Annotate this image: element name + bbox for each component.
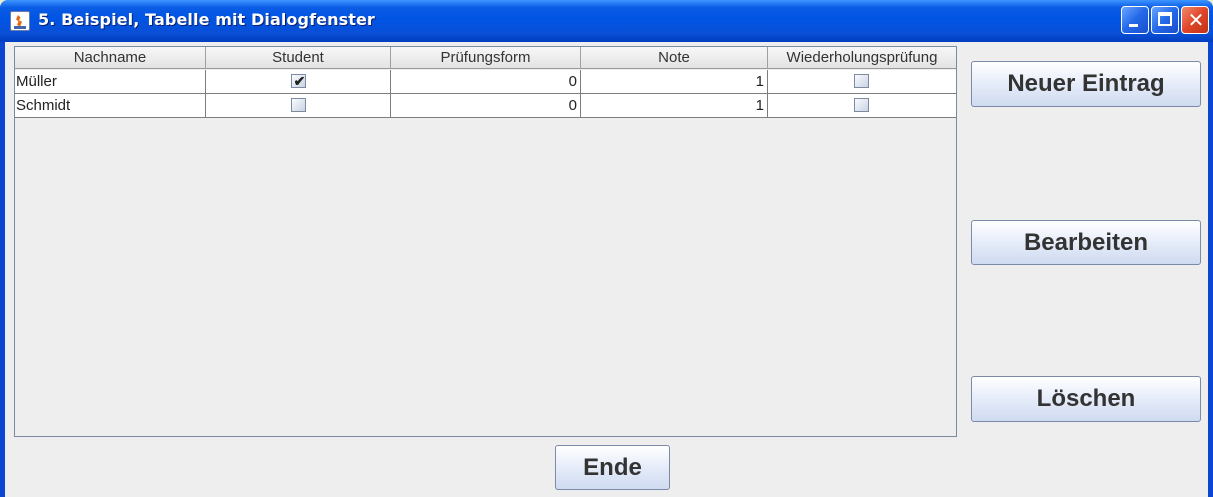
cell-nachname[interactable]: Müller — [15, 70, 206, 93]
cell-nachname[interactable]: Schmidt — [15, 94, 206, 117]
student-checkbox[interactable] — [291, 98, 306, 112]
column-header-pruefungsform[interactable]: Prüfungsform — [391, 47, 581, 68]
cell-pruefungsform[interactable]: 0 — [391, 70, 581, 93]
delete-button[interactable]: Löschen — [971, 376, 1201, 422]
new-entry-button[interactable]: Neuer Eintrag — [971, 61, 1201, 107]
cell-student[interactable] — [206, 94, 391, 117]
column-header-student[interactable]: Student — [206, 47, 391, 68]
data-table[interactable]: Nachname Student Prüfungsform Note Wiede… — [14, 46, 957, 437]
wiederholung-checkbox[interactable] — [854, 74, 869, 88]
check-mark-icon: ✔ — [293, 73, 306, 89]
student-checkbox[interactable]: ✔ — [291, 73, 306, 89]
minimize-icon — [1129, 24, 1138, 27]
cell-wiederholung[interactable] — [768, 70, 956, 93]
maximize-icon — [1158, 12, 1172, 26]
title-bar[interactable]: 5. Beispiel, Tabelle mit Dialogfenster ✕ — [0, 0, 1213, 42]
close-button[interactable]: ✕ — [1181, 6, 1209, 34]
window-content: Nachname Student Prüfungsform Note Wiede… — [5, 42, 1208, 497]
minimize-button[interactable] — [1121, 6, 1149, 34]
window-title: 5. Beispiel, Tabelle mit Dialogfenster — [38, 10, 375, 29]
table-header: Nachname Student Prüfungsform Note Wiede… — [15, 47, 956, 69]
cell-wiederholung[interactable] — [768, 94, 956, 117]
table-row[interactable]: Müller ✔ 0 1 — [15, 70, 956, 94]
column-header-note[interactable]: Note — [581, 47, 768, 68]
exit-button[interactable]: Ende — [555, 445, 670, 490]
application-window: 5. Beispiel, Tabelle mit Dialogfenster ✕… — [0, 0, 1213, 497]
column-header-nachname[interactable]: Nachname — [15, 47, 206, 68]
java-icon[interactable] — [10, 11, 30, 31]
table-row[interactable]: Schmidt 0 1 — [15, 94, 956, 118]
cell-note[interactable]: 1 — [581, 94, 768, 117]
close-icon: ✕ — [1187, 8, 1205, 32]
edit-button[interactable]: Bearbeiten — [971, 220, 1201, 265]
cell-student[interactable]: ✔ — [206, 70, 391, 93]
window-frame-right — [1208, 42, 1213, 497]
wiederholung-checkbox[interactable] — [854, 98, 869, 112]
cell-note[interactable]: 1 — [581, 70, 768, 93]
column-header-wiederholungspruefung[interactable]: Wiederholungsprüfung — [768, 47, 956, 68]
maximize-button[interactable] — [1151, 6, 1179, 34]
cell-pruefungsform[interactable]: 0 — [391, 94, 581, 117]
